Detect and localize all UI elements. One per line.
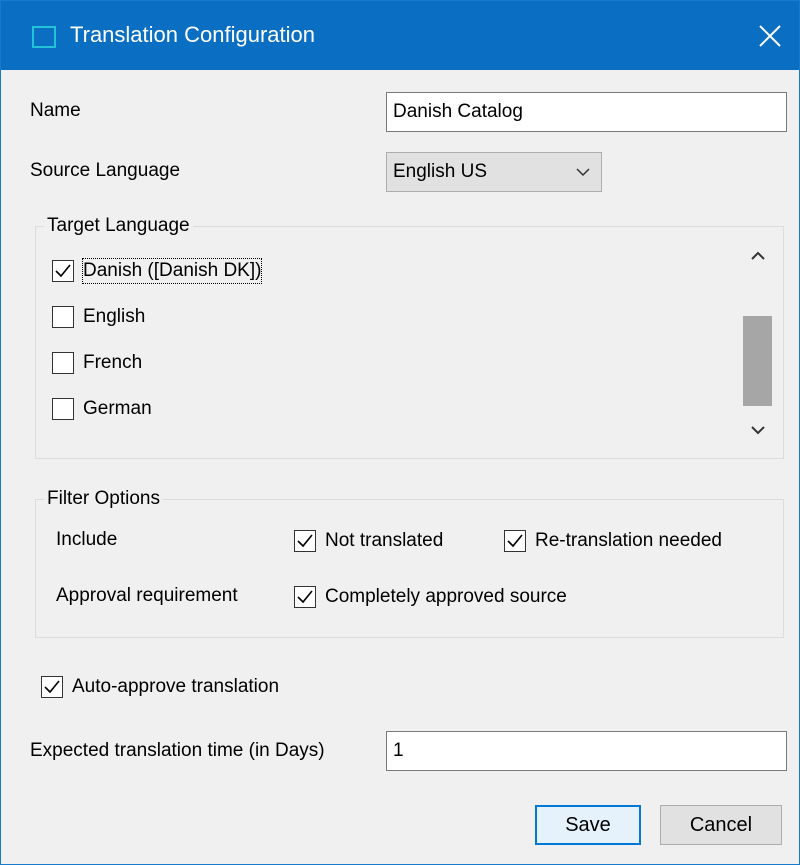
expected-time-input[interactable]: 1 <box>386 731 787 771</box>
scrollbar-thumb[interactable] <box>743 316 772 406</box>
close-button[interactable] <box>739 1 799 70</box>
checkbox[interactable] <box>294 530 316 552</box>
checkbox[interactable] <box>52 398 74 420</box>
include-label: Include <box>56 529 118 550</box>
target-language-group: Target Language <box>35 216 784 459</box>
checkbox[interactable] <box>504 530 526 552</box>
target-language-legend: Target Language <box>47 215 190 236</box>
dialog-content: Name Danish Catalog Source Language Engl… <box>1 70 799 864</box>
checkbox-label: German <box>83 398 152 419</box>
target-language-scrollbar[interactable] <box>741 238 774 454</box>
checkbox[interactable] <box>52 260 74 282</box>
checkmark-icon <box>297 534 313 548</box>
checkmark-icon <box>297 590 313 604</box>
checkbox-label: Not translated <box>325 530 444 551</box>
dialog-window: Translation Configuration Name Danish Ca… <box>0 0 800 865</box>
scroll-up-icon[interactable] <box>750 250 766 262</box>
checkbox-label: Completely approved source <box>325 586 567 607</box>
source-language-value: English US <box>393 161 487 182</box>
source-language-select[interactable]: English US <box>386 152 602 192</box>
checkbox-label: English <box>83 306 146 327</box>
filter-options-legend: Filter Options <box>47 488 160 509</box>
expected-time-label: Expected translation time (in Days) <box>30 740 325 761</box>
save-button[interactable]: Save <box>535 805 641 845</box>
checkbox-label: French <box>83 352 143 373</box>
chevron-down-icon <box>576 168 590 177</box>
close-icon <box>759 25 781 47</box>
window-title: Translation Configuration <box>70 22 315 47</box>
checkbox[interactable] <box>52 306 74 328</box>
checkmark-icon <box>507 534 523 548</box>
cancel-button[interactable]: Cancel <box>660 805 782 845</box>
checkbox-label: Danish ([Danish DK]) <box>81 258 263 284</box>
app-window-icon <box>32 26 56 48</box>
title-bar[interactable]: Translation Configuration <box>1 1 799 70</box>
checkbox[interactable] <box>294 586 316 608</box>
approval-requirement-label: Approval requirement <box>56 585 238 606</box>
source-language-label: Source Language <box>30 160 181 181</box>
checkbox-label: Auto-approve translation <box>72 676 280 697</box>
checkbox[interactable] <box>41 676 63 698</box>
checkbox[interactable] <box>52 352 74 374</box>
checkmark-icon <box>44 680 60 694</box>
filter-options-group: Filter Options <box>35 489 784 638</box>
name-label: Name <box>30 100 81 121</box>
scroll-down-icon[interactable] <box>750 424 766 436</box>
checkmark-icon <box>55 264 71 278</box>
name-input[interactable]: Danish Catalog <box>386 92 787 132</box>
checkbox-label: Re-translation needed <box>535 530 722 551</box>
